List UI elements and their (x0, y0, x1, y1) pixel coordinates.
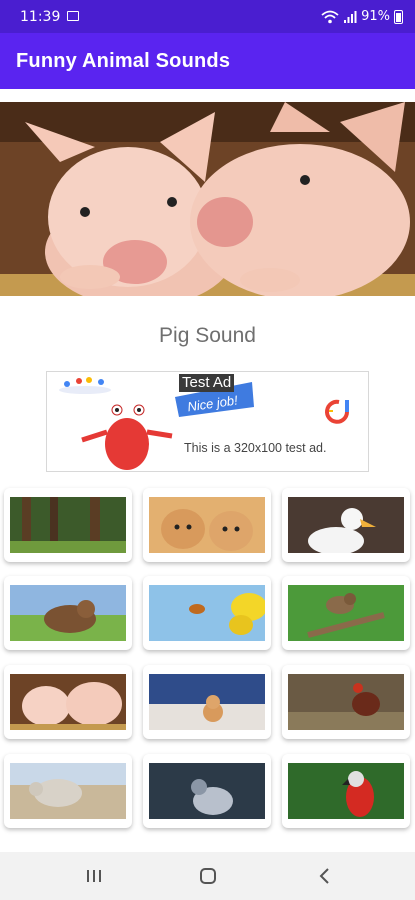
animal-card-cow[interactable] (4, 576, 132, 650)
app-bar: Funny Animal Sounds (0, 33, 415, 89)
gallery-notification-icon (67, 11, 79, 21)
sound-title: Pig Sound (159, 324, 256, 347)
sheep-thumbnail (10, 763, 126, 819)
recent-apps-icon[interactable] (79, 864, 109, 888)
animal-card-sheep[interactable] (4, 754, 132, 828)
animal-card-pigeon[interactable] (143, 754, 271, 828)
cow-thumbnail (10, 585, 126, 641)
back-icon[interactable] (310, 864, 340, 888)
animal-card-kitten[interactable] (143, 665, 271, 739)
animal-card-kittens[interactable] (143, 488, 271, 562)
pigs-thumbnail (10, 674, 126, 730)
app-title: Funny Animal Sounds (16, 50, 231, 72)
ad-description: This is a 320x100 test ad. (184, 441, 327, 455)
animal-card-parrot[interactable] (282, 754, 410, 828)
duck-thumbnail (288, 497, 404, 553)
test-ad-banner[interactable]: Nice job! Test Ad This is a 320x100 test… (46, 371, 369, 472)
battery-icon (394, 9, 403, 24)
signal-icon (344, 10, 357, 23)
rooster-thumbnail (288, 674, 404, 730)
sparrow-thumbnail (288, 585, 404, 641)
parrot-thumbnail (288, 763, 404, 819)
bee-thumbnail (149, 585, 265, 641)
animal-card-duck[interactable] (282, 488, 410, 562)
animal-card-pigs[interactable] (4, 665, 132, 739)
animal-card-forest[interactable] (4, 488, 132, 562)
system-nav-bar (0, 852, 415, 900)
status-icons: 91% (321, 9, 403, 24)
animal-card-sparrow[interactable] (282, 576, 410, 650)
pigs-illustration (0, 102, 415, 296)
kittens-thumbnail (149, 497, 265, 553)
ad-tag: Test Ad (179, 374, 235, 392)
hero-animal-image[interactable] (0, 102, 415, 296)
animal-card-rooster[interactable] (282, 665, 410, 739)
status-time: 11:39 (20, 9, 61, 25)
animal-card-bee[interactable] (143, 576, 271, 650)
battery-percent: 91% (361, 9, 390, 24)
home-icon[interactable] (193, 864, 223, 888)
forest-thumbnail (10, 497, 126, 553)
kitten-thumbnail (149, 674, 265, 730)
pigeon-thumbnail (149, 763, 265, 819)
status-bar: 11:39 91% (0, 0, 415, 33)
wifi-icon (321, 10, 339, 23)
